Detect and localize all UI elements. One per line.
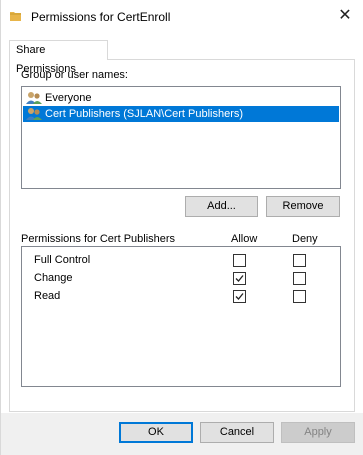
permissions-header: Permissions for Cert Publishers [21, 233, 176, 245]
list-item-label: Cert Publishers (SJLAN\Cert Publishers) [45, 108, 244, 120]
permissions-list: Full Control Change Read [21, 246, 341, 387]
folder-icon [10, 12, 21, 21]
close-icon: ✕ [338, 7, 352, 24]
users-icon [26, 92, 42, 104]
close-button[interactable]: ✕ [331, 4, 359, 28]
permission-row-change: Change [22, 270, 340, 288]
permissions-dialog: Permissions for CertEnroll ✕ Share Permi… [0, 0, 363, 455]
deny-column-header: Deny [292, 233, 318, 245]
deny-checkbox-read[interactable] [293, 290, 306, 303]
ok-button[interactable]: OK [119, 422, 193, 443]
window-title: Permissions for CertEnroll [31, 10, 171, 24]
allow-checkbox-full-control[interactable] [233, 254, 246, 267]
permission-row-full-control: Full Control [22, 252, 340, 270]
allow-checkbox-change[interactable] [233, 272, 246, 285]
dialog-footer: OK Cancel Apply [1, 413, 363, 455]
remove-button[interactable]: Remove [266, 196, 340, 217]
allow-column-header: Allow [231, 233, 258, 245]
check-icon [235, 293, 244, 300]
list-item-everyone[interactable]: Everyone [23, 90, 339, 106]
deny-checkbox-full-control[interactable] [293, 254, 306, 267]
tab-share-permissions[interactable]: Share Permissions [9, 40, 108, 75]
cancel-button[interactable]: Cancel [200, 422, 274, 443]
users-icon [26, 108, 42, 120]
permission-row-read: Read [22, 288, 340, 306]
apply-button[interactable]: Apply [281, 422, 355, 443]
permission-name: Change [34, 272, 73, 284]
tab-strip: Share Permissions [9, 40, 355, 75]
check-icon [235, 275, 244, 282]
add-button[interactable]: Add... [185, 196, 258, 217]
title-bar: Permissions for CertEnroll ✕ [1, 0, 363, 32]
permission-name: Read [34, 290, 61, 302]
list-item-cert-publishers[interactable]: Cert Publishers (SJLAN\Cert Publishers) [23, 106, 339, 122]
allow-checkbox-read[interactable] [233, 290, 246, 303]
group-user-list[interactable]: Everyone Cert Publishers (SJLAN\Cert Pub… [21, 86, 341, 189]
list-item-label: Everyone [45, 92, 92, 104]
deny-checkbox-change[interactable] [293, 272, 306, 285]
permission-name: Full Control [34, 254, 91, 266]
